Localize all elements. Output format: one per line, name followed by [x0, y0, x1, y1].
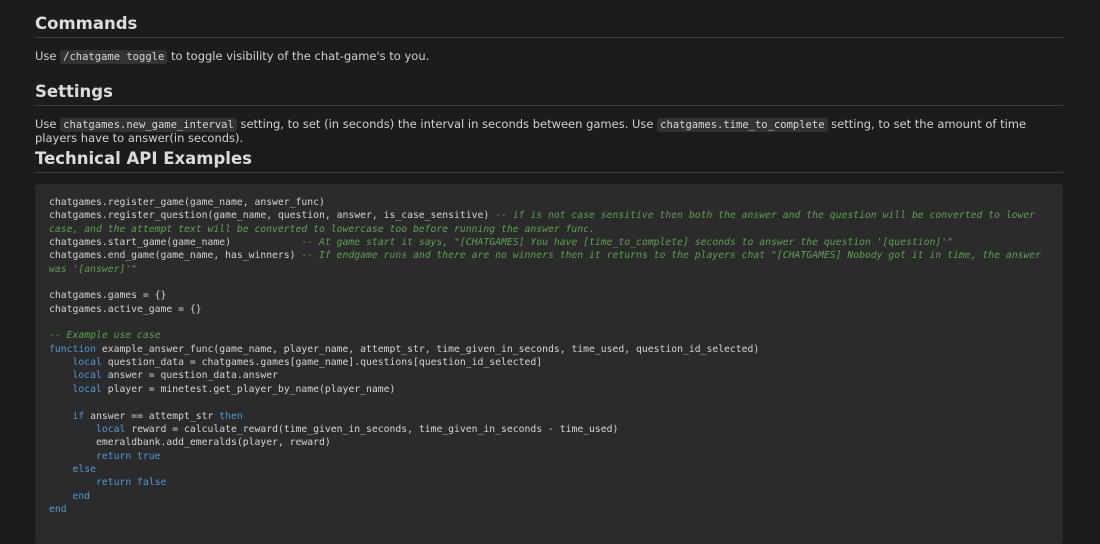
settings-paragraph: Use chatgames.new_game_interval setting,… [35, 117, 1063, 145]
code-line: chatgames.games = {} [49, 290, 166, 301]
code-keyword: local [72, 357, 102, 369]
code-line: local answer = question_data.answer [49, 370, 278, 382]
code-keyword: then [219, 410, 243, 422]
code-text: reward = calculate_reward(time_given_in_… [125, 423, 619, 435]
code-line: chatgames.register_question(game_name, q… [49, 210, 1041, 234]
code-line: local player = minetest.get_player_by_na… [49, 384, 395, 395]
code-text: chatgames.games = {} [49, 290, 167, 302]
code-line: return false [49, 477, 166, 488]
code-comment: -- Example use case [49, 330, 161, 342]
code-keyword: return false [95, 477, 167, 489]
code-line: end [49, 504, 67, 515]
code-text: player = minetest.get_player_by_name(pla… [101, 383, 396, 395]
code-line: chatgames.end_game(game_name, has_winner… [49, 250, 1047, 274]
code-line: if answer == attempt_str then [49, 410, 243, 422]
code-keyword: local [72, 370, 102, 382]
code-text: chatgames.end_game(game_name, has_winner… [49, 250, 302, 262]
heading-commands: Commands [35, 14, 1063, 38]
code-line: chatgames.start_game(game_name) -- At ga… [49, 237, 953, 248]
code-text: chatgames.start_game(game_name) [49, 237, 302, 249]
code-line: emeraldbank.add_emeralds(player, reward) [49, 437, 331, 448]
heading-settings: Settings [35, 82, 1063, 106]
code-line: return true [49, 451, 161, 462]
code-keyword: local [95, 423, 126, 435]
inline-code-toggle-command: /chatgame toggle [60, 50, 168, 64]
code-text: question_data = chatgames.games[game_nam… [101, 357, 543, 369]
code-keyword: return true [95, 450, 161, 462]
code-line: local question_data = chatgames.games[ga… [49, 357, 542, 368]
code-line: -- Example use case [49, 330, 161, 341]
code-text: chatgames.register_question(game_name, q… [49, 210, 496, 222]
code-text: chatgames.active_game = {} [49, 303, 202, 315]
code-text: chatgames.register_game(game_name, answe… [49, 197, 325, 208]
code-keyword: local [72, 383, 102, 395]
code-comment: -- At game start it says, "[CHATGAMES] Y… [301, 237, 953, 249]
code-keyword: else [72, 463, 96, 475]
text: Use [35, 117, 61, 131]
code-line: chatgames.register_game(game_name, answe… [49, 197, 325, 208]
code-keyword: function [49, 343, 96, 355]
code-line: else [49, 463, 96, 475]
code-keyword: end [72, 490, 91, 502]
inline-code-new-game-interval: chatgames.new_game_interval [60, 118, 237, 132]
text: Use [35, 49, 61, 63]
code-text: example_answer_func(game_name, player_na… [95, 343, 760, 355]
text: to toggle visibility of the chat-game's … [167, 49, 430, 63]
code-keyword: if [72, 410, 85, 422]
text: setting, to set (in seconds) the interva… [236, 117, 658, 131]
code-block: chatgames.register_game(game_name, answe… [35, 184, 1063, 544]
code-keyword: end [49, 503, 67, 515]
code-line: local reward = calculate_reward(time_giv… [49, 424, 618, 435]
lua-code: chatgames.register_game(game_name, answe… [35, 184, 1063, 528]
inline-code-time-to-complete: chatgames.time_to_complete [657, 118, 828, 132]
code-text: emeraldbank.add_emeralds(player, reward) [49, 437, 331, 449]
commands-paragraph: Use /chatgame toggle to toggle visibilit… [35, 49, 430, 64]
code-line: chatgames.active_game = {} [49, 304, 202, 315]
code-text: answer == attempt_str [84, 410, 220, 422]
code-line: end [49, 491, 90, 502]
heading-technical-api-examples: Technical API Examples [35, 149, 1063, 173]
code-line: function example_answer_func(game_name, … [49, 344, 759, 355]
code-text: answer = question_data.answer [101, 370, 278, 382]
